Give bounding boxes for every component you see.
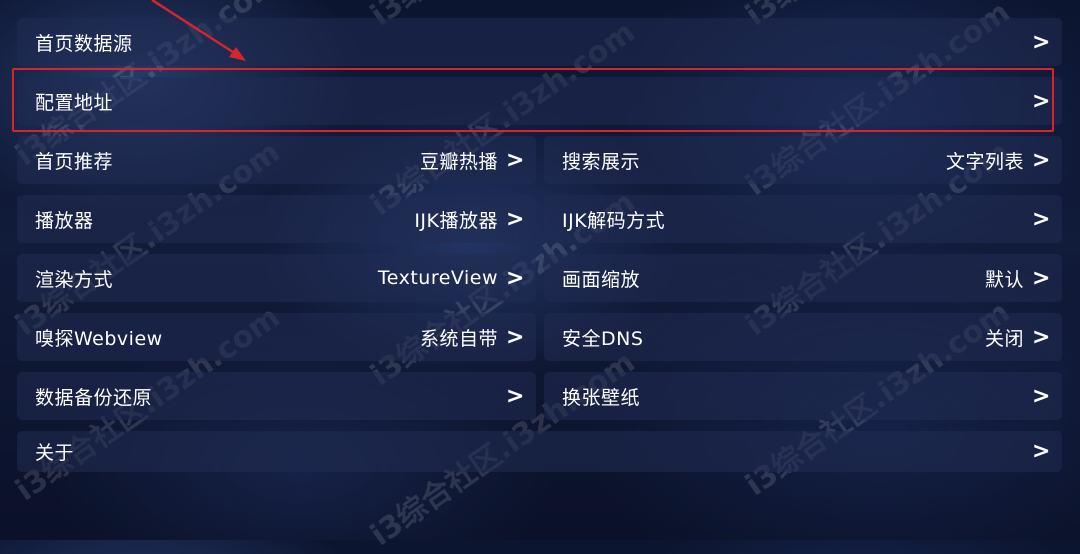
settings-row-player[interactable]: 播放器 IJK播放器 > xyxy=(17,195,536,243)
row-label: 播放器 xyxy=(35,209,94,232)
row-value: 关闭 xyxy=(984,327,1024,350)
row-value: 文字列表 xyxy=(945,150,1024,173)
row-label: 安全DNS xyxy=(562,327,644,350)
chevron-right-icon: > xyxy=(506,206,525,232)
settings-row-home-source[interactable]: 首页数据源 > xyxy=(17,18,1062,66)
chevron-right-icon: > xyxy=(1032,206,1051,232)
settings-row-picture-scale[interactable]: 画面缩放 默认 > xyxy=(544,254,1062,302)
row-label: 嗅探Webview xyxy=(35,327,163,350)
chevron-right-icon: > xyxy=(1032,265,1051,291)
row-label: 换张壁纸 xyxy=(562,386,641,409)
row-label: 搜索展示 xyxy=(562,150,641,173)
row-label: IJK解码方式 xyxy=(562,209,666,232)
settings-row-about[interactable]: 关于 > xyxy=(17,431,1062,472)
settings-row-backup-restore[interactable]: 数据备份还原 > xyxy=(17,372,536,420)
row-value: 豆瓣热播 xyxy=(419,150,498,173)
row-label: 数据备份还原 xyxy=(35,386,153,409)
chevron-right-icon: > xyxy=(1032,383,1051,409)
row-label: 首页数据源 xyxy=(35,32,133,55)
settings-row-secure-dns[interactable]: 安全DNS 关闭 > xyxy=(544,313,1062,361)
chevron-right-icon: > xyxy=(1032,29,1051,55)
row-label: 首页推荐 xyxy=(35,150,114,173)
row-label: 关于 xyxy=(35,442,75,464)
chevron-right-icon: > xyxy=(506,265,525,291)
settings-row-ijk-decode[interactable]: IJK解码方式 > xyxy=(544,195,1062,243)
chevron-right-icon: > xyxy=(506,383,525,409)
row-value: TextureView xyxy=(377,267,498,289)
row-label: 画面缩放 xyxy=(562,268,641,291)
row-value: 系统自带 xyxy=(419,327,498,350)
chevron-right-icon: > xyxy=(1032,439,1051,464)
annotation-highlight-box xyxy=(12,68,1054,132)
chevron-right-icon: > xyxy=(1032,147,1051,173)
chevron-right-icon: > xyxy=(506,324,525,350)
settings-row-home-recommend[interactable]: 首页推荐 豆瓣热播 > xyxy=(17,136,536,184)
settings-row-sniff-webview[interactable]: 嗅探Webview 系统自带 > xyxy=(17,313,536,361)
row-label: 渲染方式 xyxy=(35,268,114,291)
row-value: 默认 xyxy=(984,268,1024,291)
chevron-right-icon: > xyxy=(1032,324,1051,350)
settings-row-change-wallpaper[interactable]: 换张壁纸 > xyxy=(544,372,1062,420)
settings-row-render-mode[interactable]: 渲染方式 TextureView > xyxy=(17,254,536,302)
chevron-right-icon: > xyxy=(506,147,525,173)
settings-row-search-display[interactable]: 搜索展示 文字列表 > xyxy=(544,136,1062,184)
row-value: IJK播放器 xyxy=(414,209,498,232)
